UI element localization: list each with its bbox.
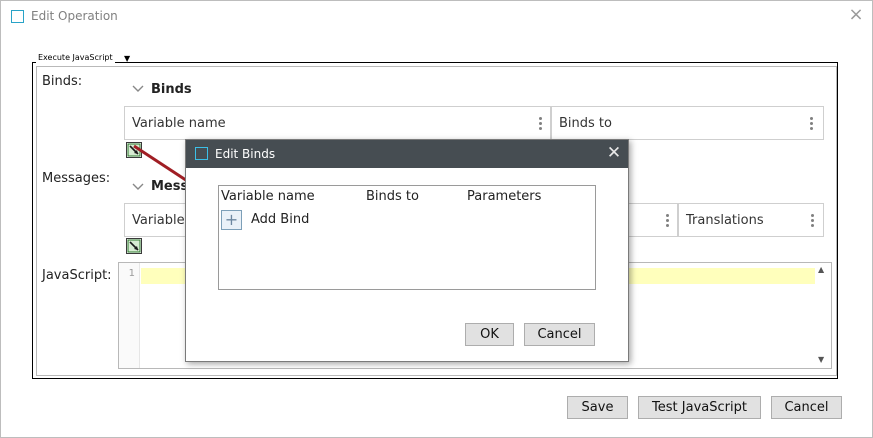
edit-binds-close-icon[interactable]: ✕ <box>605 143 623 163</box>
javascript-label: JavaScript: <box>42 268 112 283</box>
modal-ok-button[interactable]: OK <box>465 323 514 346</box>
scroll-down-icon[interactable]: ▼ <box>818 355 824 364</box>
edit-messages-button[interactable] <box>126 238 142 254</box>
messages-col-variable-name-menu-icon[interactable] <box>663 212 671 229</box>
binds-collapse-chevron-icon[interactable] <box>132 83 144 96</box>
binds-col-variable-name-label: Variable name <box>132 116 226 131</box>
window-title: Edit Operation <box>31 9 118 23</box>
editor-scrollbar[interactable] <box>815 263 831 368</box>
binds-col-binds-to-label: Binds to <box>559 116 612 131</box>
modal-cancel-button[interactable]: Cancel <box>524 323 595 346</box>
scroll-up-icon[interactable]: ▲ <box>818 265 824 274</box>
add-bind-label[interactable]: Add Bind <box>251 212 309 227</box>
modal-col-variable-name: Variable name <box>221 189 315 204</box>
add-bind-plus-icon[interactable]: + <box>221 210 242 230</box>
messages-col-translations[interactable]: Translations <box>678 203 824 237</box>
binds-col-variable-name-menu-icon[interactable] <box>536 115 544 132</box>
line-number: 1 <box>128 268 135 279</box>
editor-gutter: 1 <box>119 263 140 368</box>
cancel-button[interactable]: Cancel <box>771 396 842 419</box>
binds-label: Binds: <box>42 74 83 89</box>
messages-col-translations-menu-icon[interactable] <box>808 212 816 229</box>
save-button[interactable]: Save <box>567 396 628 419</box>
modal-col-binds-to: Binds to <box>366 189 419 204</box>
group-legend[interactable]: Execute JavaScript <box>36 53 115 63</box>
edit-binds-app-icon <box>195 147 208 160</box>
binds-col-binds-to-menu-icon[interactable] <box>807 115 815 132</box>
messages-col-translations-label: Translations <box>686 213 764 228</box>
group-legend-dropdown-icon[interactable]: ▼ <box>124 54 130 64</box>
binds-col-variable-name[interactable]: Variable name <box>124 106 551 140</box>
window-app-icon <box>11 10 24 23</box>
edit-binds-title: Edit Binds <box>215 147 276 161</box>
binds-section-title: Binds <box>151 82 192 97</box>
messages-label: Messages: <box>42 171 111 186</box>
binds-col-binds-to[interactable]: Binds to <box>551 106 824 140</box>
test-javascript-button[interactable]: Test JavaScript <box>638 396 761 419</box>
window-close-icon[interactable]: × <box>848 6 864 24</box>
modal-col-parameters: Parameters <box>467 189 542 204</box>
